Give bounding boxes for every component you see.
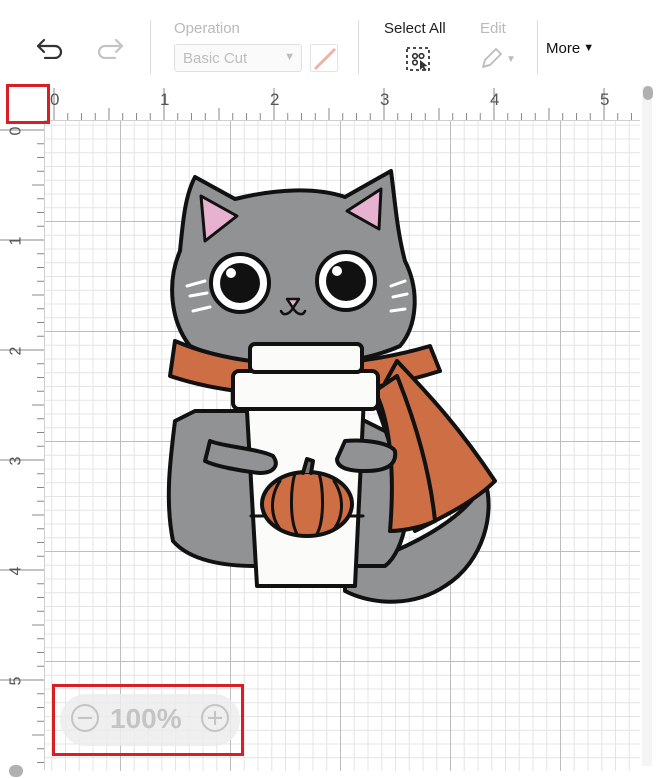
cup-lid-band xyxy=(231,369,380,411)
undo-button[interactable] xyxy=(30,30,70,66)
toolbar-divider xyxy=(358,20,359,74)
no-color-slash-icon xyxy=(313,47,337,71)
ruler-number: 3 xyxy=(7,456,25,466)
cup-lid-top xyxy=(248,342,364,374)
ruler-number: 0 xyxy=(50,90,60,109)
operation-value: Basic Cut xyxy=(183,50,248,67)
toolbar-divider xyxy=(150,20,151,74)
pumpkin xyxy=(260,470,354,538)
edit-label: Edit xyxy=(480,20,506,37)
ruler-number: 4 xyxy=(7,566,25,576)
edit-button[interactable]: ▼ xyxy=(474,44,520,74)
ruler-number: 4 xyxy=(490,90,500,109)
redo-button[interactable] xyxy=(90,30,130,66)
toolbar-divider xyxy=(537,20,538,74)
design-canvas[interactable] xyxy=(45,121,640,771)
ruler-number: 5 xyxy=(600,90,610,109)
vertical-scrollbar[interactable] xyxy=(642,86,653,766)
ruler-ticks xyxy=(53,88,632,120)
zoom-control-highlight xyxy=(52,684,244,756)
chevron-down-icon: ▼ xyxy=(506,53,516,65)
ruler-number: 2 xyxy=(7,346,25,356)
pumpkin-stem xyxy=(301,457,315,475)
pencil-icon xyxy=(482,48,502,68)
ruler-number: 2 xyxy=(270,90,280,109)
redo-icon xyxy=(97,38,124,59)
more-button[interactable]: More ▼ xyxy=(546,36,608,60)
ruler-number: 1 xyxy=(7,236,25,246)
operation-select[interactable]: Basic Cut ▼ xyxy=(174,44,302,72)
scrollbar-thumb[interactable] xyxy=(643,86,653,100)
toolbar: Operation Basic Cut ▼ Select All Edit ▼ … xyxy=(0,0,656,88)
ruler-number: 1 xyxy=(160,90,170,109)
horizontal-ruler: 0 1 2 3 4 5 xyxy=(44,88,640,121)
more-label: More xyxy=(546,39,581,57)
ruler-number: 5 xyxy=(7,676,25,686)
ruler-ticks xyxy=(0,129,44,763)
cat-paw-right xyxy=(335,438,398,473)
operation-color-swatch[interactable] xyxy=(310,44,338,72)
ruler-number: 0 xyxy=(7,126,25,136)
select-all-icon xyxy=(406,47,430,71)
caret-down-icon: ▼ xyxy=(583,42,595,54)
ruler-corner-highlight xyxy=(6,84,50,124)
horizontal-scrollbar-thumb[interactable] xyxy=(9,765,23,777)
select-all-label: Select All xyxy=(384,20,446,37)
undo-icon xyxy=(36,38,63,59)
vertical-ruler: 0 1 2 3 4 5 xyxy=(0,120,45,770)
chevron-down-icon: ▼ xyxy=(284,51,295,63)
cat-latte-design[interactable] xyxy=(45,121,640,771)
operation-label: Operation xyxy=(174,20,240,37)
select-all-button[interactable] xyxy=(402,44,434,74)
ruler-number: 3 xyxy=(380,90,390,109)
